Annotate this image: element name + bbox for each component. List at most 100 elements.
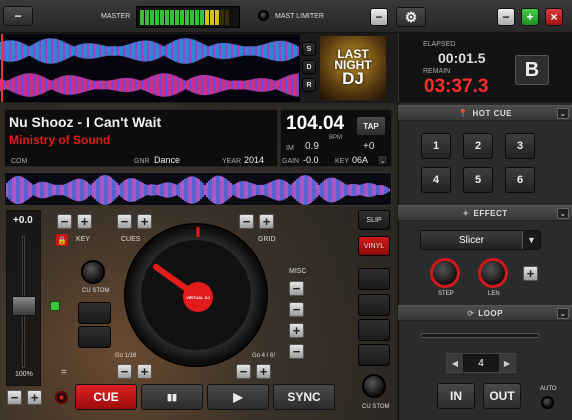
vu-led — [150, 9, 154, 25]
auto-label: AUTO — [540, 386, 557, 392]
cue-button[interactable]: CUE — [75, 384, 137, 410]
right-gain-plus-button[interactable]: + — [256, 364, 271, 379]
gear-icon: ⚙ — [404, 8, 418, 25]
vinyl-button[interactable]: VINYL — [358, 236, 390, 256]
hotcue-label-1: 1 — [432, 140, 440, 152]
zoomed-waveform[interactable] — [4, 172, 392, 206]
play-button[interactable]: ▶ — [207, 384, 269, 410]
window-minimize-button[interactable]: − — [497, 8, 515, 26]
pause-icon: ▮▮ — [167, 391, 177, 402]
loop-collapse-button[interactable]: ⌄ — [557, 308, 569, 319]
pitch-minus-button[interactable]: − — [7, 390, 22, 405]
custom-bottom-knob[interactable] — [362, 374, 386, 398]
track-title: Nu Shooz - I Can't Wait — [9, 114, 162, 130]
slip-button[interactable]: SLIP — [358, 210, 390, 230]
loop-prev-button[interactable]: ◀ — [447, 354, 463, 372]
sync-button[interactable]: SYNC — [273, 384, 335, 410]
sdr-s-button[interactable]: S — [302, 42, 316, 56]
vu-led — [225, 9, 229, 25]
misc-minus-extra-label: − — [292, 344, 301, 359]
hotcue-button-1[interactable]: 1 — [421, 133, 451, 159]
custom-pad-bottom[interactable] — [78, 326, 111, 348]
custom-pad-top[interactable] — [78, 302, 111, 324]
left-gain-minus-button[interactable]: − — [117, 364, 132, 379]
hotcue-button-3[interactable]: 3 — [505, 133, 535, 159]
tap-button[interactable]: TAP — [356, 116, 386, 136]
left-gain-plus-button[interactable]: + — [137, 364, 152, 379]
len-knob[interactable] — [478, 258, 508, 288]
misc-minus-top-button[interactable]: − — [289, 281, 304, 296]
loop-next-button[interactable]: ▶ — [499, 354, 515, 372]
vu-led — [185, 9, 189, 25]
master-label: MASTER — [101, 13, 131, 20]
misc-plus-button[interactable]: + — [289, 323, 304, 338]
vu-led — [170, 9, 174, 25]
misc-minus-bottom-button[interactable]: − — [289, 302, 304, 317]
sdr-d-button[interactable]: D — [302, 60, 316, 74]
hotcue-collapse-button[interactable]: ⌄ — [557, 108, 569, 119]
step-knob[interactable] — [430, 258, 460, 288]
scratch-waveform-area[interactable] — [0, 34, 300, 102]
misc-minus-extra-button[interactable]: − — [289, 344, 304, 359]
album-art-line-3: DJ — [342, 69, 364, 89]
loop-slider[interactable] — [420, 333, 540, 338]
key-dropdown-button[interactable]: ⌄ — [377, 155, 388, 166]
window-maximize-button[interactable]: + — [521, 8, 539, 26]
pause-button[interactable]: ▮▮ — [141, 384, 203, 410]
panel-minimize-label: − — [14, 9, 22, 23]
pitch-slider-handle[interactable] — [12, 296, 36, 316]
pitch-minus-label: − — [10, 390, 19, 405]
side-pad-2[interactable] — [358, 294, 390, 316]
effect-select[interactable]: Slicer ▼ — [420, 230, 541, 250]
vu-led — [140, 9, 144, 25]
panel-minimize-button[interactable]: − — [3, 6, 33, 26]
sync-label: SYNC — [287, 390, 321, 404]
step-label: STEP — [438, 291, 454, 297]
side-pad-4[interactable] — [358, 344, 390, 366]
effect-collapse-button[interactable]: ⌄ — [557, 208, 569, 219]
deck-minimize-label: − — [375, 10, 383, 24]
right-gain-minus-button[interactable]: − — [236, 364, 251, 379]
hotcue-button-2[interactable]: 2 — [463, 133, 493, 159]
vu-led — [180, 9, 184, 25]
master-vu-meter — [136, 6, 240, 28]
limiter-knob[interactable] — [258, 10, 269, 21]
custom-knob[interactable] — [81, 260, 105, 284]
hotcue-label-6: 6 — [516, 174, 524, 186]
zoomed-waveform-svg — [6, 175, 390, 205]
lock-icon[interactable]: 🔒 — [56, 234, 68, 246]
elapsed-time: 00:01.5 — [438, 50, 486, 66]
misc-plus-label: + — [292, 323, 301, 338]
vinyl-label: VINYL — [363, 242, 385, 250]
gain-value: -0.0 — [303, 155, 319, 165]
effect-add-button[interactable]: + — [523, 266, 538, 281]
sdr-r-button[interactable]: R — [302, 78, 316, 92]
pitch-plus-button[interactable]: + — [27, 390, 42, 405]
hotcue-button-4[interactable]: 4 — [421, 167, 451, 193]
hotcue-button-5[interactable]: 5 — [463, 167, 493, 193]
misc-minus-top-label: − — [292, 281, 301, 296]
com-label: COM — [11, 158, 28, 165]
jog-wheel[interactable]: VIRTUAL DJ — [124, 223, 268, 367]
collapse-icon: ⌄ — [559, 310, 567, 318]
custom-led[interactable] — [50, 301, 60, 311]
pitch-reset-knob[interactable] — [55, 391, 68, 404]
loop-in-button[interactable]: IN — [437, 383, 475, 409]
key-value: 06A — [352, 155, 369, 165]
side-pad-3[interactable] — [358, 319, 390, 341]
limiter-label: MAST LIMITER — [275, 13, 324, 20]
genre-value: Dance — [154, 155, 181, 165]
auto-loop-knob[interactable] — [541, 396, 554, 409]
settings-button[interactable]: ⚙ — [396, 7, 426, 27]
loop-out-button[interactable]: OUT — [483, 383, 521, 409]
key-minus-button[interactable]: − — [57, 214, 72, 229]
hotcue-button-6[interactable]: 6 — [505, 167, 535, 193]
gain-label: GAIN — [282, 158, 300, 165]
window-close-button[interactable]: × — [545, 8, 563, 26]
deck-letter[interactable]: B — [515, 55, 549, 85]
deck-minimize-button[interactable]: − — [370, 8, 388, 26]
key-plus-button[interactable]: + — [77, 214, 92, 229]
track-artist: Ministry of Sound — [9, 133, 111, 147]
collapse-icon: ⌄ — [559, 110, 567, 118]
side-pad-1[interactable] — [358, 268, 390, 290]
